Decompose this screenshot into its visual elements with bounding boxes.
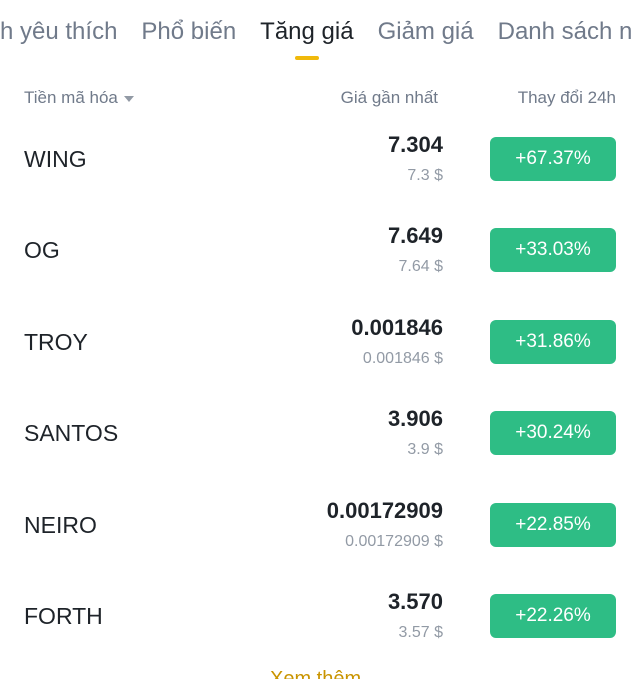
price-block: 7.649 7.64 $ (388, 221, 443, 277)
tab-label: Phổ biến (141, 18, 237, 45)
list-item[interactable]: TROY 0.001846 0.001846 $ +31.86% (0, 303, 640, 394)
change-24h-button[interactable]: +22.26% (490, 593, 616, 638)
tab-label: ch yêu thích (0, 18, 118, 45)
change-24h-button[interactable]: +22.85% (490, 502, 616, 547)
list-item[interactable]: NEIRO 0.00172909 0.00172909 $ +22.85% (0, 486, 640, 577)
active-tab-indicator (294, 56, 319, 60)
usd-price: 3.9 $ (407, 441, 443, 459)
usd-price: 7.3 $ (407, 167, 443, 184)
list-item[interactable]: WING 7.304 7.3 $ +67.37% (0, 120, 640, 211)
change-24h-button[interactable]: +33.03% (490, 228, 616, 273)
tab-popular[interactable]: Phổ biến (141, 18, 236, 46)
change-24h-button[interactable]: +31.86% (490, 319, 616, 364)
coin-list: WING 7.304 7.3 $ +67.37% OG 7.649 7.64 $… (0, 120, 640, 668)
price-block: 3.570 3.57 $ (388, 587, 443, 643)
coin-symbol: WING (24, 146, 87, 172)
price-block: 7.304 7.3 $ (388, 130, 443, 186)
usd-price: 7.64 $ (398, 258, 443, 276)
list-header: Tiền mã hóa Giá gần nhất Thay đổi 24h (0, 88, 640, 112)
last-price: 3.570 (387, 588, 443, 614)
list-item[interactable]: FORTH 3.570 3.57 $ +22.26% (0, 577, 640, 668)
tab-gainers[interactable]: Tăng giá (260, 18, 354, 60)
tab-losers[interactable]: Giảm giá (378, 18, 474, 46)
tab-bar: ch yêu thích Phổ biến Tăng giá Giảm giá … (0, 18, 633, 60)
coin-symbol: NEIRO (24, 511, 97, 538)
coin-symbol: OG (24, 237, 60, 264)
market-page: ch yêu thích Phổ biến Tăng giá Giảm giá … (0, 0, 640, 679)
price-block: 0.00172909 0.00172909 $ (327, 496, 443, 552)
tab-label: Danh sách n (497, 18, 633, 45)
usd-price: 3.57 $ (398, 623, 443, 641)
usd-price: 0.00172909 $ (345, 532, 443, 550)
price-column-header[interactable]: Giá gần nhất (341, 88, 438, 108)
coin-column-header: Tiền mã hóa (24, 88, 118, 107)
coin-symbol: TROY (24, 328, 88, 355)
last-price: 0.00172909 (326, 497, 443, 523)
coin-symbol: FORTH (24, 602, 103, 629)
sort-by-coin[interactable]: Tiền mã hóa (24, 88, 134, 108)
list-item[interactable]: OG 7.649 7.64 $ +33.03% (0, 211, 640, 302)
tab-label: Giảm giá (377, 18, 474, 45)
view-more-link[interactable]: Xem thêm (270, 668, 361, 679)
tab-label: Tăng giá (260, 18, 354, 45)
tab-favorites[interactable]: ch yêu thích (0, 18, 117, 46)
list-item[interactable]: SANTOS 3.906 3.9 $ +30.24% (0, 394, 640, 485)
caret-down-icon (123, 96, 134, 102)
last-price: 0.001846 (351, 314, 443, 340)
change-24h-button[interactable]: +67.37% (490, 137, 616, 181)
last-price: 7.649 (387, 223, 443, 249)
price-block: 0.001846 0.001846 $ (351, 313, 443, 369)
tab-listings[interactable]: Danh sách n (498, 18, 633, 46)
last-price: 7.304 (387, 132, 443, 157)
last-price: 3.906 (387, 406, 443, 432)
price-block: 3.906 3.9 $ (388, 404, 443, 460)
change-24h-button[interactable]: +30.24% (490, 411, 616, 456)
change-column-header[interactable]: Thay đổi 24h (518, 88, 616, 108)
usd-price: 0.001846 $ (362, 349, 443, 367)
coin-symbol: SANTOS (24, 420, 119, 447)
